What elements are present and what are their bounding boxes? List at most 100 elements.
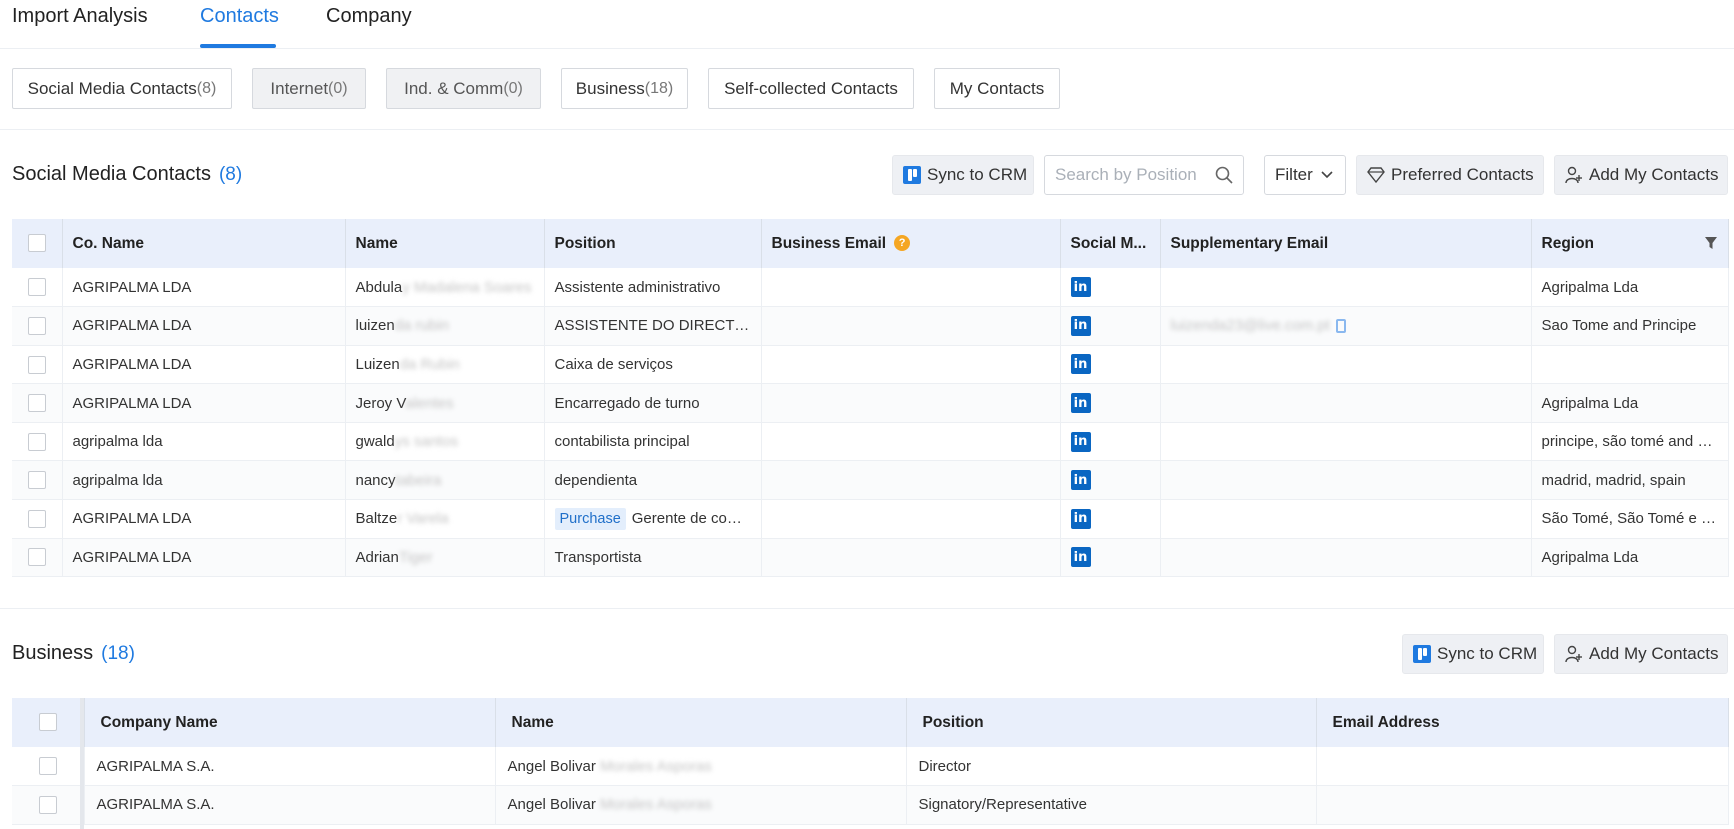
column-header[interactable]: Social M... <box>1060 219 1161 268</box>
row-checkbox-cell <box>12 422 63 462</box>
row-checkbox[interactable] <box>27 548 46 567</box>
tab-contacts[interactable]: Contacts <box>200 5 279 28</box>
business-email-cell <box>761 383 1061 423</box>
name-blurred: Tiger <box>398 548 433 566</box>
row-checkbox[interactable] <box>27 394 46 413</box>
preferred-contacts-button[interactable]: Preferred Contacts <box>1356 155 1544 195</box>
name-cell: Angel Bolivar Morales Asporas <box>495 785 907 825</box>
table-row[interactable]: AGRIPALMA LDA luizenda rubin ASSISTENTE … <box>12 306 1729 346</box>
position-search <box>1044 155 1244 195</box>
subtab-social-media[interactable]: Social Media Contacts (8) <box>12 68 232 109</box>
subtab-internet[interactable]: Internet (0) <box>252 68 366 109</box>
row-checkbox[interactable] <box>38 795 57 814</box>
business-email-cell <box>761 538 1061 578</box>
linkedin-icon[interactable]: in <box>1070 315 1091 336</box>
subtab-my-contacts[interactable]: My Contacts <box>934 68 1060 109</box>
company-cell: AGRIPALMA LDA <box>62 383 346 423</box>
row-checkbox[interactable] <box>27 471 46 490</box>
name-visible: Angel Bolivar <box>507 757 596 775</box>
row-checkbox[interactable] <box>27 278 46 297</box>
subtab-count: (0) <box>328 79 348 97</box>
supplementary-email-cell: luizenda23@live.com.pt <box>1160 306 1532 346</box>
linkedin-icon[interactable]: in <box>1070 431 1091 452</box>
column-header[interactable]: Name <box>345 219 545 268</box>
select-all-checkbox[interactable] <box>27 234 46 253</box>
social-cell: in <box>1060 538 1161 578</box>
table-row[interactable]: AGRIPALMA LDA AdrianTiger Transportista … <box>12 538 1729 578</box>
table-row[interactable]: AGRIPALMA S.A. Angel Bolivar Morales Asp… <box>12 785 1729 825</box>
tab-import-analysis[interactable]: Import Analysis <box>12 5 148 28</box>
copy-icon[interactable] <box>1335 319 1346 334</box>
table-row[interactable]: AGRIPALMA S.A. Angel Bolivar Morales Asp… <box>12 747 1729 787</box>
column-header-region[interactable]: Region <box>1531 219 1729 268</box>
name-cell: Abdulay Madalena Soares <box>345 268 545 308</box>
name-visible: Baltze <box>355 510 398 528</box>
column-header[interactable]: Name <box>495 698 907 747</box>
row-checkbox[interactable] <box>27 316 46 335</box>
name-cell: Baltzer Varela <box>345 499 545 539</box>
sync-crm-label: Sync to CRM <box>927 165 1028 184</box>
row-checkbox-cell <box>12 785 85 825</box>
table-row[interactable]: AGRIPALMA LDA Abdulay Madalena Soares As… <box>12 268 1729 308</box>
linkedin-icon[interactable]: in <box>1070 547 1091 568</box>
name-visible: gwald <box>355 433 395 451</box>
tab-company[interactable]: Company <box>326 5 412 28</box>
supplementary-email-cell <box>1160 345 1532 385</box>
position-cell: Transportista <box>544 538 762 578</box>
row-checkbox[interactable] <box>27 509 46 528</box>
column-header[interactable]: Company Name <box>84 698 496 747</box>
select-all-checkbox[interactable] <box>38 713 57 732</box>
business-add-my-contacts-button[interactable]: Add My Contacts <box>1554 634 1728 674</box>
column-header[interactable]: Supplementary Email <box>1160 219 1532 268</box>
linkedin-icon[interactable]: in <box>1070 277 1091 298</box>
table-row[interactable]: agripalma lda nancytabeira dependienta i… <box>12 460 1729 501</box>
subtab-label: Social Media Contacts <box>27 78 197 98</box>
info-icon[interactable]: ? <box>894 235 911 252</box>
business-email-cell <box>761 306 1061 346</box>
filter-button[interactable]: Filter <box>1264 155 1346 195</box>
funnel-filter-icon[interactable] <box>1704 236 1718 250</box>
column-header[interactable]: Position <box>906 698 1317 747</box>
subtab-label: My Contacts <box>949 78 1045 98</box>
name-cell: Luizenda Rubin <box>345 345 545 385</box>
row-checkbox[interactable] <box>27 432 46 451</box>
business-email-cell <box>761 422 1061 462</box>
search-icon[interactable] <box>1215 166 1233 184</box>
column-header-business-email[interactable]: Business Email? <box>761 219 1061 268</box>
table-header-row: Co. Name Name Position Business Email? S… <box>12 219 1729 268</box>
table-row[interactable]: AGRIPALMA LDA Jeroy Valentes Encarregado… <box>12 383 1729 423</box>
linkedin-icon[interactable]: in <box>1070 508 1091 529</box>
column-header[interactable]: Email Address <box>1316 698 1729 747</box>
column-header[interactable]: Co. Name <box>62 219 346 268</box>
table-row[interactable]: agripalma lda gwaldys santos contabilist… <box>12 422 1729 462</box>
business-contacts-table: Company Name Name Position Email Address… <box>12 698 1729 825</box>
table-header-row: Company Name Name Position Email Address <box>12 698 1729 747</box>
position-cell: dependienta <box>544 460 762 501</box>
subtab-business[interactable]: Business (18) <box>561 68 688 109</box>
add-my-contacts-button[interactable]: Add My Contacts <box>1554 155 1728 195</box>
row-checkbox[interactable] <box>27 355 46 374</box>
region-cell <box>1531 345 1729 385</box>
table-row[interactable]: AGRIPALMA LDA Baltzer Varela Purchase Ger… <box>12 499 1729 539</box>
business-sync-crm-button[interactable]: Sync to CRM <box>1402 634 1544 674</box>
name-cell: gwaldys santos <box>345 422 545 462</box>
linkedin-icon[interactable]: in <box>1070 354 1091 375</box>
name-blurred: alentes <box>405 394 454 412</box>
position-cell: Signatory/Representative <box>906 785 1317 825</box>
row-checkbox-cell <box>12 345 63 385</box>
linkedin-icon[interactable]: in <box>1070 393 1091 414</box>
add-my-contacts-label: Add My Contacts <box>1589 165 1719 184</box>
sync-crm-button[interactable]: Sync to CRM <box>892 155 1034 195</box>
name-blurred: Morales Asporas <box>600 757 712 775</box>
supplementary-email-cell <box>1160 268 1532 308</box>
search-input[interactable] <box>1055 165 1205 185</box>
purchase-tag: Purchase <box>554 508 626 531</box>
crm-icon <box>903 166 921 184</box>
linkedin-icon[interactable]: in <box>1070 470 1091 491</box>
row-checkbox[interactable] <box>38 757 57 776</box>
subtab-ind-comm[interactable]: Ind. & Comm (0) <box>386 68 541 109</box>
column-header[interactable]: Position <box>544 219 762 268</box>
position-cell: Caixa de serviços <box>544 345 762 385</box>
subtab-self-collected[interactable]: Self-collected Contacts <box>708 68 914 109</box>
table-row[interactable]: AGRIPALMA LDA Luizenda Rubin Caixa de se… <box>12 345 1729 385</box>
